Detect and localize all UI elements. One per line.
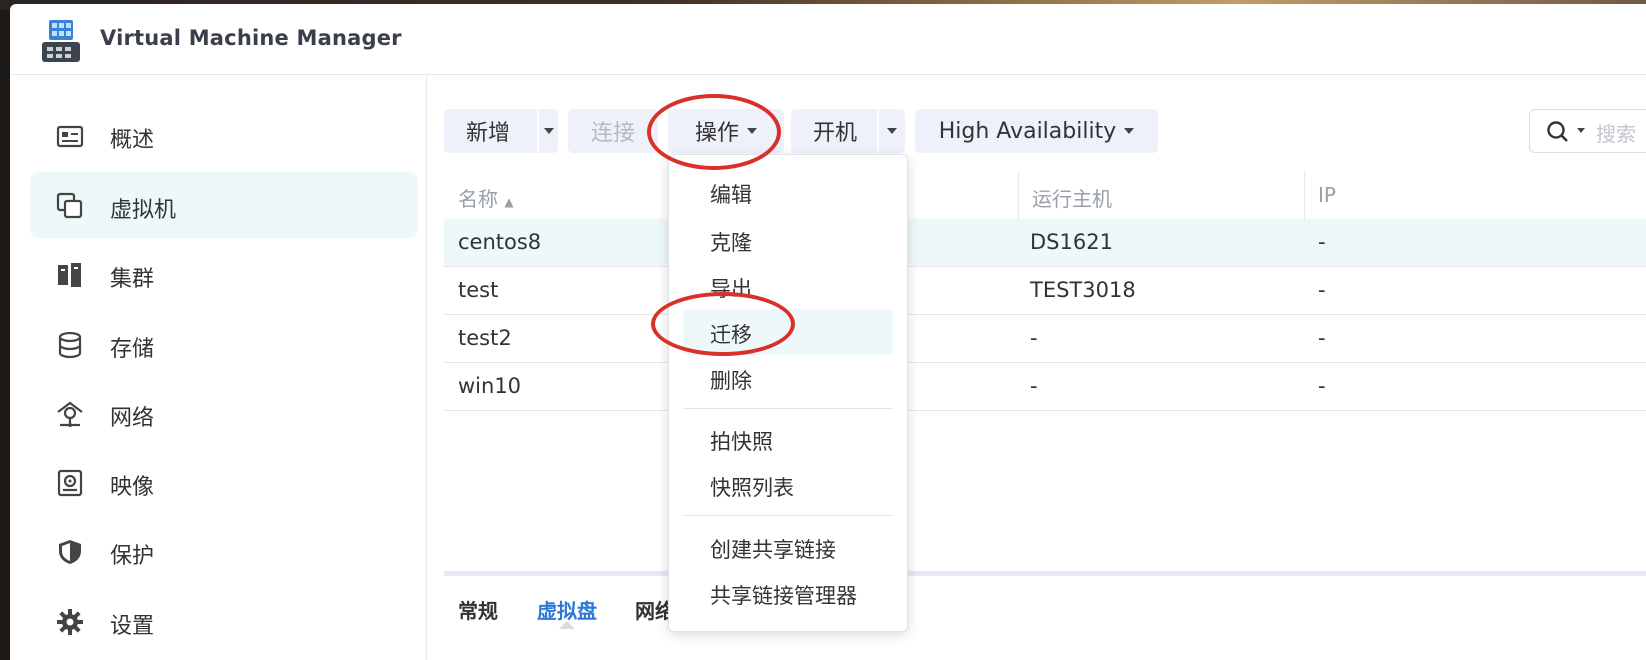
gear-icon [57,609,83,635]
action-button-label: 操作 [694,121,739,146]
menu-item-share-link-manager[interactable]: 共享链接管理器 [683,570,893,616]
menu-item-label: 创建共享链接 [710,538,836,562]
add-dropdown-button[interactable] [539,109,558,153]
power-on-button-label: 开机 [813,121,858,146]
connect-button[interactable]: 连接 [568,109,658,153]
power-on-dropdown-button[interactable] [879,109,905,153]
vm-host: TEST3018 [1030,278,1136,302]
menu-item-label: 编辑 [710,183,752,207]
tab-general[interactable]: 常规 [458,595,498,624]
sidebar: 概述 虚拟机 集群 存储 网络 映像 保护 设置 [10,75,427,660]
vm-name: win10 [458,374,522,398]
vm-ip: - [1318,230,1326,254]
sidebar-item-label: 保护 [110,544,155,569]
sidebar-item-protection[interactable]: 保护 [30,518,418,584]
menu-item-take-snapshot[interactable]: 拍快照 [683,416,893,462]
vm-ip: - [1318,374,1326,398]
menu-item-delete[interactable]: 删除 [683,355,893,401]
network-icon [57,401,83,427]
menu-item-label: 导出 [710,277,752,301]
action-button[interactable]: 操作 [668,109,784,153]
menu-item-create-share-link[interactable]: 创建共享链接 [683,524,893,570]
sidebar-item-label: 集群 [110,267,155,292]
table-row[interactable]: centos8 DS1621 - [444,219,1646,267]
sidebar-item-cluster[interactable]: 集群 [30,241,418,307]
vm-host: - [1030,326,1038,350]
menu-divider [683,408,893,409]
vm-ip: - [1318,278,1326,302]
menu-item-export[interactable]: 导出 [683,263,893,309]
shield-icon [59,540,81,564]
virtual-machine-manager-icon [42,20,80,62]
table-header: 名称 ▲ 运行主机 IP [444,171,1646,220]
sidebar-item-virtual-machine[interactable]: 虚拟机 [30,172,418,238]
sidebar-item-storage[interactable]: 存储 [30,311,418,377]
search-placeholder: 搜索 [1596,122,1636,146]
sort-asc-icon: ▲ [504,195,514,209]
high-availability-label: High Availability [938,118,1117,144]
menu-item-label: 克隆 [710,231,752,255]
table-row[interactable]: win10 - - [444,363,1646,411]
column-divider [1018,171,1019,219]
menu-item-label: 共享链接管理器 [710,584,857,608]
storage-icon [58,331,82,359]
vm-host: - [1030,374,1038,398]
menu-item-label: 拍快照 [710,430,773,454]
active-tab-pointer [559,621,575,629]
chevron-down-icon [1124,128,1135,134]
detail-panel-divider [444,571,1646,576]
main-panel: 新增 连接 操作 开机 High Availability 搜索 名称 ▲ 运行… [427,75,1646,660]
table-row[interactable]: test TEST3018 - [444,267,1646,315]
cluster-icon [58,263,81,287]
image-icon [57,469,83,497]
vm-name: test2 [458,326,512,350]
search-icon [1547,121,1568,142]
menu-item-label: 迁移 [710,323,752,347]
sidebar-item-label: 网络 [110,406,155,431]
vm-ip: - [1318,326,1326,350]
column-header-host[interactable]: 运行主机 [1032,183,1112,212]
table-row[interactable]: test2 - - [444,315,1646,363]
overview-icon [56,125,84,148]
tab-virtual-disk[interactable]: 虚拟盘 [537,595,597,624]
sidebar-item-label: 映像 [110,475,155,500]
connect-button-label: 连接 [590,121,635,146]
sidebar-item-label: 虚拟机 [110,198,177,223]
chevron-down-icon [1577,128,1585,133]
title-bar: Virtual Machine Manager [10,4,1646,75]
virtual-machine-icon [56,192,83,219]
column-header-label: 名称 [458,187,498,211]
vm-name: test [458,278,499,302]
app-title: Virtual Machine Manager [100,26,402,50]
column-header-name[interactable]: 名称 ▲ [458,183,514,212]
menu-item-migrate[interactable]: 迁移 [683,309,893,355]
column-divider [1304,171,1305,219]
column-header-ip[interactable]: IP [1318,183,1336,207]
app-window: Virtual Machine Manager 概述 虚拟机 集群 存储 网络 … [10,4,1646,660]
chevron-down-icon [747,128,757,134]
sidebar-item-label: 存储 [110,337,155,362]
menu-item-clone[interactable]: 克隆 [683,217,893,263]
action-dropdown-menu: 编辑 克隆 导出 迁移 删除 拍快照 快照列表 创建共享链接 共享链接管理器 [668,154,908,632]
menu-divider [683,515,893,516]
sidebar-item-network[interactable]: 网络 [30,380,418,446]
high-availability-button[interactable]: High Availability [915,109,1158,153]
menu-item-snapshot-list[interactable]: 快照列表 [683,462,893,508]
vm-name: centos8 [458,230,542,254]
sidebar-item-label: 设置 [110,614,155,639]
sidebar-item-settings[interactable]: 设置 [30,588,418,654]
sidebar-item-label: 概述 [110,128,155,153]
sidebar-item-image[interactable]: 映像 [30,449,418,515]
menu-item-label: 快照列表 [710,476,794,500]
chevron-down-icon [543,128,554,134]
vm-host: DS1621 [1030,230,1113,254]
add-button-label: 新增 [466,121,511,146]
search-input[interactable]: 搜索 [1529,109,1646,153]
menu-item-edit[interactable]: 编辑 [683,169,893,215]
menu-item-label: 删除 [710,369,752,393]
chevron-down-icon [887,128,897,134]
sidebar-item-overview[interactable]: 概述 [30,102,418,168]
